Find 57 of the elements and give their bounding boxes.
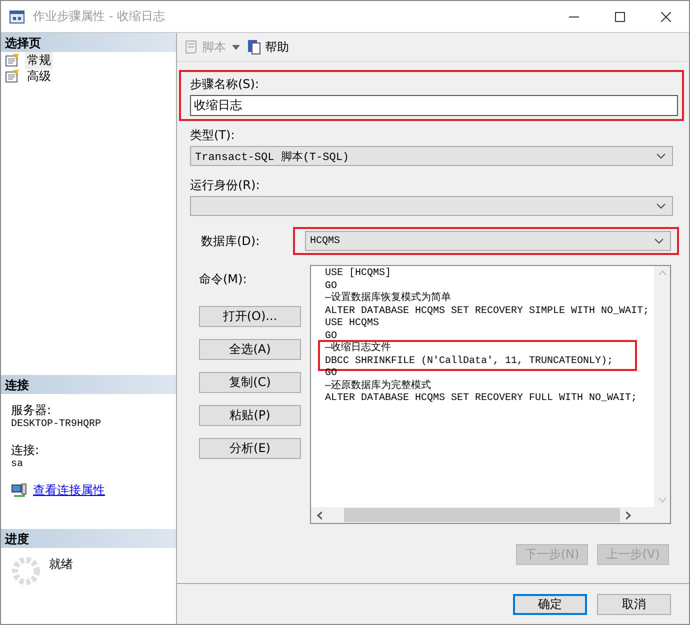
code-line: ALTER DATABASE HCQMS SET RECOVERY FULL WITH NO_WAIT; (325, 393, 638, 406)
scrollbar-thumb[interactable] (344, 508, 620, 522)
page-icon (5, 69, 21, 83)
computer-icon (11, 482, 27, 498)
section-header: 选择页 (1, 33, 176, 52)
help-button[interactable]: 帮助 (246, 38, 289, 56)
ok-button[interactable]: 确定 (513, 594, 587, 614)
command-editor[interactable] (310, 265, 671, 524)
code-line: GO (325, 368, 338, 380)
server-name: DESKTOP-TR9HQRP (11, 419, 102, 430)
server-label: 服务器: (11, 402, 52, 419)
section-header: 进度 (1, 529, 176, 548)
window-title: 作业步骤属性 - 收缩日志 (33, 8, 166, 25)
command-button[interactable]: 全选(A) (199, 339, 301, 360)
help-icon (246, 39, 262, 55)
code-line: —还原数据库为完整模式 (325, 380, 432, 393)
code-line: GO (325, 280, 338, 292)
code-line: —收缩日志文件 (325, 343, 392, 356)
command-button[interactable]: 打开(O)... (199, 306, 301, 327)
code-line: ALTER DATABASE HCQMS SET RECOVERY SIMPLE WITH NO_WAIT; (325, 306, 650, 318)
command-button[interactable]: 复制(C) (199, 372, 301, 393)
page-icon (5, 53, 21, 67)
app-icon (9, 8, 25, 24)
page-list-item[interactable]: 高级 (25, 68, 53, 84)
database-label: 数据库(D): (200, 232, 261, 250)
code-line: GO (325, 330, 338, 342)
dropdown-arrow-icon[interactable] (232, 44, 240, 50)
database-dropdown[interactable]: HCQMS (305, 231, 671, 251)
scroll-right-icon[interactable] (626, 510, 631, 520)
code-line: USE [HCQMS] (325, 268, 392, 280)
page-list-item[interactable]: 常规 (25, 52, 53, 68)
type-dropdown[interactable]: Transact-SQL 脚本(T-SQL) (190, 146, 673, 166)
chevron-down-icon (656, 153, 666, 159)
command-button[interactable]: 粘贴(P) (199, 405, 301, 426)
cancel-button[interactable]: 取消 (597, 594, 671, 614)
command-label: 命令(M): (199, 271, 248, 288)
step-name-field[interactable]: 收缩日志 (190, 95, 678, 116)
user-name: sa (11, 459, 24, 470)
step-name-label: 步骤名称(S): (190, 76, 260, 93)
code-line: DBCC SHRINKFILE (N'CallData', 11, TRUNCATEONLY); (325, 356, 614, 368)
connection-properties-link[interactable]: 查看连接属性 (33, 482, 105, 499)
scroll-left-icon[interactable] (317, 510, 322, 520)
section-header: 连接 (1, 375, 176, 394)
code-line: USE HCQMS (325, 318, 380, 330)
type-label: 类型(T): (190, 127, 236, 144)
close-icon[interactable] (661, 12, 671, 22)
command-button[interactable]: 分析(E) (199, 438, 301, 459)
scroll-icon (183, 39, 199, 55)
code-line: —设置数据库恢复模式为简单 (325, 293, 452, 306)
progress-status: 就绪 (49, 556, 73, 573)
maximize-icon[interactable] (615, 12, 625, 22)
chevron-down-icon (656, 203, 666, 209)
minimize-icon[interactable] (569, 16, 579, 18)
connection-label: 连接: (11, 442, 40, 459)
chevron-down-icon (654, 238, 664, 244)
spinner-icon (11, 556, 41, 586)
run-as-label: 运行身份(R): (190, 177, 261, 194)
